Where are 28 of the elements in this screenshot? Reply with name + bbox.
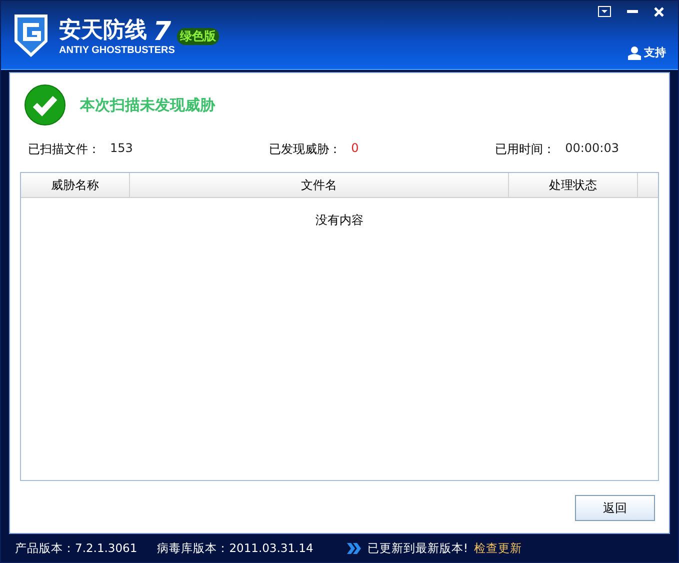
dropdown-menu-icon[interactable] bbox=[598, 6, 611, 17]
double-chevron-icon bbox=[347, 542, 362, 554]
column-header[interactable]: 处理状态 bbox=[509, 173, 638, 197]
database-version: 病毒库版本：2011.03.31.14 bbox=[157, 540, 314, 556]
stat-label: 已扫描文件： bbox=[28, 141, 100, 158]
person-icon bbox=[628, 46, 641, 60]
close-icon[interactable] bbox=[654, 6, 664, 16]
stat-label: 已用时间： bbox=[495, 141, 556, 158]
app-title: 安天防线 bbox=[59, 16, 147, 44]
version-number: 7 bbox=[153, 18, 172, 44]
minimize-icon[interactable] bbox=[627, 10, 638, 14]
stat-value: 0 bbox=[351, 141, 359, 157]
app-subtitle: ANTIY GHOSTBUSTERS bbox=[59, 44, 176, 56]
stat-label: 已发现威胁： bbox=[269, 141, 342, 158]
shield-logo-icon bbox=[13, 13, 49, 57]
result-message: 本次扫描未发现威胁 bbox=[80, 96, 215, 114]
empty-message: 没有内容 bbox=[316, 212, 364, 229]
product-version: 产品版本：7.2.1.3061 bbox=[15, 540, 138, 556]
check-update-link[interactable]: 检查更新 bbox=[474, 540, 522, 556]
edition-badge: 绿色版 bbox=[177, 28, 220, 44]
back-button[interactable]: 返回 bbox=[575, 495, 655, 521]
column-header[interactable]: 威胁名称 bbox=[21, 173, 130, 197]
support-link[interactable]: 支持 bbox=[628, 45, 666, 60]
update-status: 已更新到最新版本! bbox=[367, 540, 468, 556]
stat-value: 00:00:03 bbox=[565, 141, 619, 157]
check-icon bbox=[24, 84, 66, 126]
column-header[interactable]: 文件名 bbox=[130, 173, 509, 197]
stat-value: 153 bbox=[110, 141, 133, 157]
